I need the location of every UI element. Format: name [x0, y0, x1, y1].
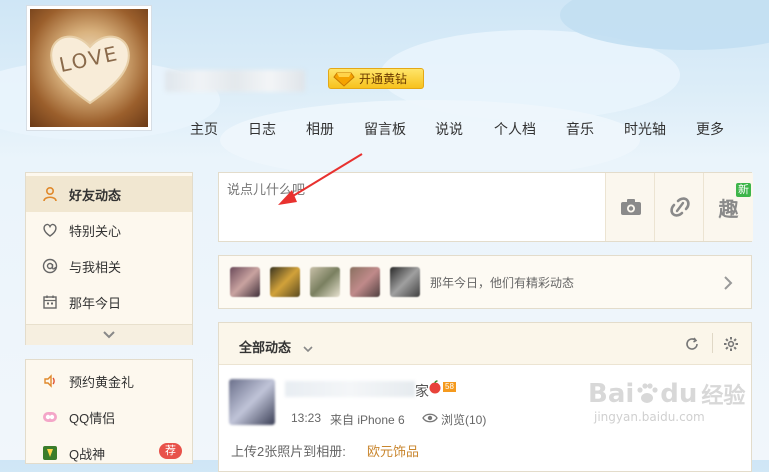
- post-author-suffix: 家: [415, 383, 429, 399]
- heart-icon: [40, 220, 60, 240]
- sidebar-feed-menu: 好友动态 特别关心 与我相关 那年今日: [25, 172, 193, 345]
- watermark-jingyan: 经验: [701, 384, 746, 409]
- eye-icon: [422, 413, 438, 423]
- sidebar-apps: 预约黄金礼 QQ情侣 Q战神 荐: [25, 359, 193, 464]
- watermark-brand: Bai: [588, 379, 635, 409]
- chevron-down-icon: [303, 345, 313, 352]
- sidebar-item-related-to-me[interactable]: 与我相关: [26, 248, 192, 284]
- sidebar-item-on-this-day[interactable]: 那年今日: [26, 284, 192, 320]
- collapse-toggle[interactable]: [26, 324, 192, 345]
- post-source[interactable]: 来自 iPhone 6: [330, 411, 405, 428]
- nav-timeline[interactable]: 时光轴: [624, 119, 666, 139]
- person-icon: [40, 184, 60, 204]
- apple-icon: [429, 380, 441, 394]
- chevron-down-icon: [103, 331, 115, 339]
- post-views[interactable]: 浏览(10): [441, 411, 486, 428]
- friend-avatar[interactable]: [310, 267, 340, 297]
- sidebar-item-special-care[interactable]: 特别关心: [26, 212, 192, 248]
- level-badge: 58: [428, 380, 456, 394]
- album-link[interactable]: 欧元饰品: [367, 441, 419, 460]
- photo-button[interactable]: [605, 173, 655, 241]
- nav-more[interactable]: 更多: [696, 119, 724, 139]
- level-number: 58: [443, 382, 456, 392]
- post-time: 13:23: [291, 411, 322, 425]
- at-icon: [40, 256, 60, 276]
- friend-avatar[interactable]: [350, 267, 380, 297]
- nav-messageboard[interactable]: 留言板: [364, 119, 406, 139]
- feed-header: 全部动态: [219, 323, 751, 365]
- post-author-name-blurred[interactable]: [285, 381, 415, 397]
- nav-shuoshuo[interactable]: 说说: [435, 119, 463, 139]
- new-tag: 新: [736, 183, 751, 197]
- watermark-brand-2: du: [660, 379, 698, 409]
- on-this-day-strip[interactable]: 那年今日，他们有精彩动态: [218, 255, 752, 309]
- speaker-icon: [40, 371, 60, 391]
- sidebar-app-q-zhanshen[interactable]: Q战神 荐: [26, 435, 192, 471]
- nav-profile[interactable]: 个人档: [494, 119, 536, 139]
- nav-blog[interactable]: 日志: [248, 119, 276, 139]
- sidebar-item-label: 那年今日: [69, 295, 122, 311]
- paw-icon: [637, 383, 658, 403]
- vip-button-label: 开通黄钻: [359, 72, 408, 86]
- sidebar-item-label: 好友动态: [69, 187, 122, 203]
- feed-filter-dropdown[interactable]: 全部动态: [239, 337, 313, 356]
- post-body: 上传2张照片到相册:: [231, 444, 346, 459]
- calendar-icon: [40, 292, 60, 312]
- gear-icon[interactable]: [723, 336, 739, 352]
- sidebar-app-label: 预约黄金礼: [69, 374, 135, 390]
- memories-text: 那年今日，他们有精彩动态: [430, 276, 575, 290]
- recommend-badge: 荐: [159, 443, 182, 459]
- watermark-url: jingyan.baidu.com: [594, 410, 705, 424]
- sidebar-app-gold-gift[interactable]: 预约黄金礼: [26, 363, 192, 399]
- diamond-icon: [333, 72, 355, 87]
- feed-filter-label: 全部动态: [239, 340, 292, 355]
- username-blurred: [165, 70, 305, 92]
- nav-home[interactable]: 主页: [190, 119, 218, 139]
- open-yellow-diamond-button[interactable]: 开通黄钻: [328, 68, 424, 89]
- post-author-avatar[interactable]: [229, 379, 275, 425]
- nav-album[interactable]: 相册: [306, 119, 334, 139]
- fun-icon: 趣: [718, 198, 739, 221]
- baidu-jingyan-watermark: Bai du 经验 jingyan.baidu.com: [588, 378, 745, 424]
- camera-icon: [620, 199, 641, 215]
- friend-avatar[interactable]: [230, 267, 260, 297]
- friend-avatar[interactable]: [390, 267, 420, 297]
- sidebar-item-label: 特别关心: [69, 223, 122, 239]
- link-button[interactable]: [654, 173, 704, 241]
- fun-button[interactable]: 趣 新: [703, 173, 753, 241]
- sidebar-app-label: QQ情侣: [69, 410, 116, 426]
- profile-avatar[interactable]: LOVE: [26, 5, 152, 131]
- chevron-right-icon: [724, 276, 733, 290]
- sidebar-item-friends-feed[interactable]: 好友动态: [26, 176, 192, 212]
- sidebar-item-label: 与我相关: [69, 259, 122, 275]
- couple-icon: [40, 407, 60, 427]
- sidebar-app-qq-couple[interactable]: QQ情侣: [26, 399, 192, 435]
- friend-avatar[interactable]: [270, 267, 300, 297]
- refresh-icon[interactable]: [685, 337, 699, 351]
- nav-music[interactable]: 音乐: [566, 119, 594, 139]
- post-input[interactable]: [219, 173, 605, 241]
- game-icon: [40, 443, 60, 463]
- post-composer: 趣 新: [218, 172, 753, 242]
- link-icon: [669, 197, 690, 217]
